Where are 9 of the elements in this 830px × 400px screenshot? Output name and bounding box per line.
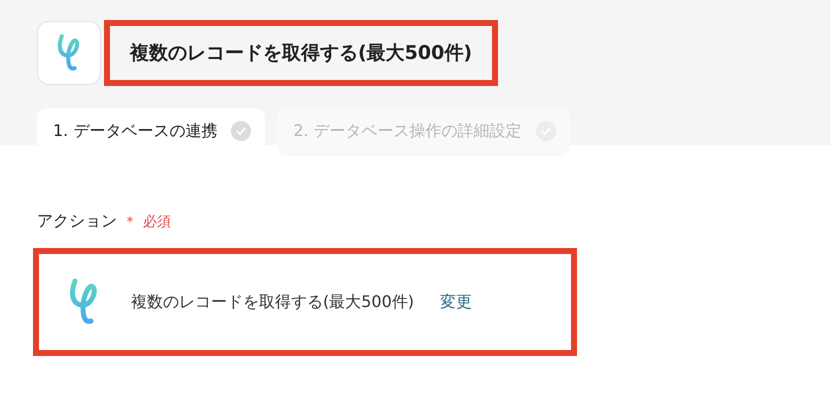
logo-icon [69, 277, 99, 327]
page-title: 複数のレコードを取得する(最大500件) [130, 41, 472, 66]
check-icon [231, 121, 252, 141]
change-link[interactable]: 変更 [440, 292, 472, 312]
logo-icon [57, 33, 81, 73]
action-value: 複数のレコードを取得する(最大500件) [131, 292, 414, 312]
field-label: アクション [37, 211, 117, 232]
required-mark: ＊ [123, 212, 137, 230]
required-text: 必須 [143, 212, 171, 230]
